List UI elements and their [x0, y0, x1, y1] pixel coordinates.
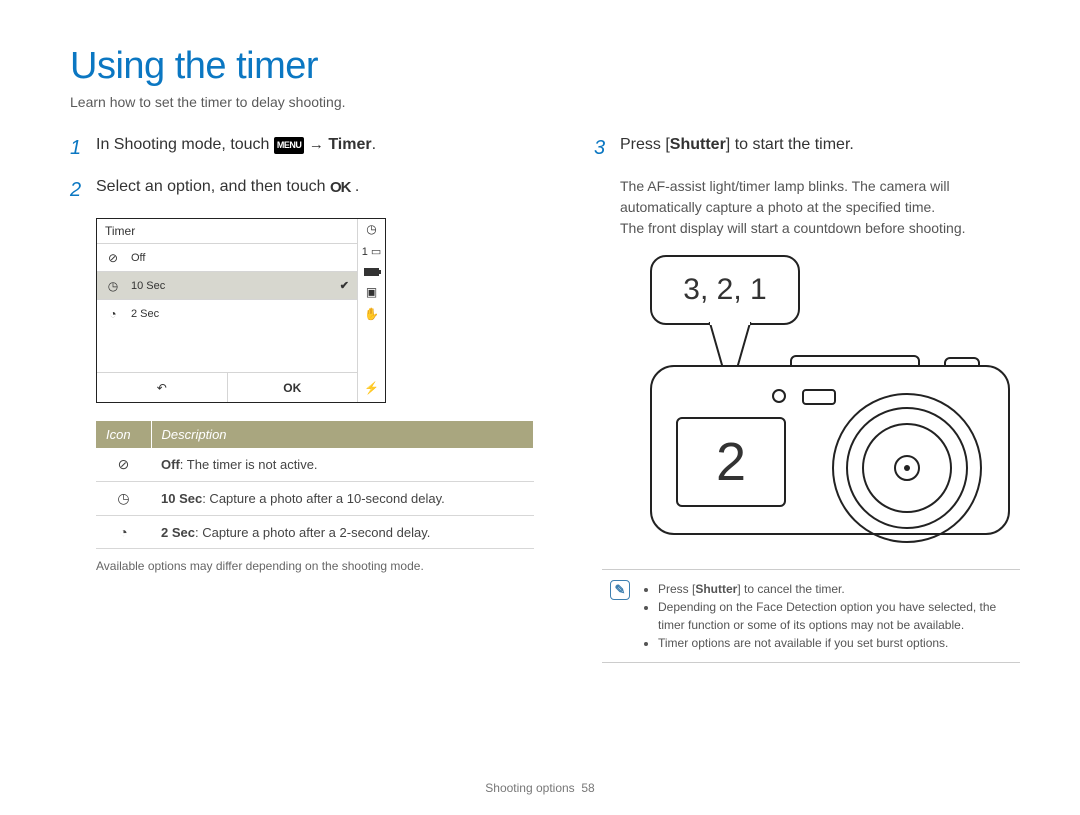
- step-2-text-pre: Select an option, and then touch: [96, 178, 330, 195]
- step-3-pre: Press [: [620, 136, 670, 153]
- option-off[interactable]: ⊘ Off: [97, 243, 357, 271]
- table-row: ◔ 2 Sec: Capture a photo after a 2-secon…: [96, 516, 534, 549]
- note-pre: Press [: [658, 582, 695, 596]
- option-2sec[interactable]: ◔ 2 Sec: [97, 299, 357, 327]
- timer-2-icon: ◔: [119, 524, 127, 540]
- af-lamp-icon: [772, 389, 786, 403]
- right-column: 3 Press [Shutter] to start the timer. Th…: [594, 134, 1020, 663]
- step-3-post: ] to start the timer.: [726, 136, 854, 153]
- note-bold: Shutter: [695, 582, 737, 596]
- check-icon: ✔: [340, 279, 349, 292]
- row-bold: 2 Sec: [161, 525, 195, 540]
- back-button[interactable]: ↶: [97, 373, 227, 402]
- description-table: Icon Description ⊘ Off: The timer is not…: [96, 421, 534, 549]
- step-3-bold: Shutter: [670, 136, 726, 153]
- row-rest: : The timer is not active.: [180, 457, 318, 472]
- option-label: 10 Sec: [131, 280, 165, 292]
- step-number: 2: [70, 176, 88, 204]
- footer: Shooting options 58: [0, 781, 1080, 795]
- row-rest: : Capture a photo after a 10-second dela…: [202, 491, 445, 506]
- step-1: 1 In Shooting mode, touch MENU → Timer.: [70, 134, 534, 162]
- row-bold: Off: [161, 457, 180, 472]
- option-10sec[interactable]: ◷ 10 Sec ✔: [97, 271, 357, 299]
- step-1-post: .: [372, 136, 376, 153]
- note-item: Depending on the Face Detection option y…: [658, 598, 1012, 634]
- photo-count-icon: ▭: [371, 245, 381, 258]
- timer-2-icon: ◔: [105, 307, 121, 321]
- lens-icon: [832, 393, 982, 543]
- hand-icon: ✋: [364, 308, 380, 320]
- camera-illustration: 3, 2, 1 2: [620, 255, 1020, 555]
- page-subtitle: Learn how to set the timer to delay shoo…: [70, 94, 1010, 110]
- step-1-text-pre: In Shooting mode, touch: [96, 136, 274, 153]
- note-item: Timer options are not available if you s…: [658, 634, 1012, 652]
- timer-off-icon: ⊘: [118, 456, 130, 472]
- step-3-detail: The AF-assist light/timer lamp blinks. T…: [620, 176, 1020, 239]
- step-number: 1: [70, 134, 88, 162]
- left-column: 1 In Shooting mode, touch MENU → Timer. …: [70, 134, 534, 663]
- step-2: 2 Select an option, and then touch OK .: [70, 176, 534, 204]
- note-item: Press [Shutter] to cancel the timer.: [658, 580, 1012, 598]
- table-row: ◷ 10 Sec: Capture a photo after a 10-sec…: [96, 482, 534, 516]
- countdown-bubble: 3, 2, 1: [650, 255, 800, 325]
- row-bold: 10 Sec: [161, 491, 202, 506]
- screen-title: Timer: [97, 219, 357, 243]
- option-label: Off: [131, 252, 145, 264]
- th-icon: Icon: [96, 421, 151, 448]
- timer-off-icon: ⊘: [105, 251, 121, 265]
- page-title: Using the timer: [70, 45, 1010, 88]
- menu-icon: MENU: [274, 137, 305, 154]
- detail-line-1: The AF-assist light/timer lamp blinks. T…: [620, 176, 1020, 218]
- step-3: 3 Press [Shutter] to start the timer.: [594, 134, 1020, 162]
- note-icon: ✎: [610, 580, 630, 600]
- table-row: ⊘ Off: The timer is not active.: [96, 448, 534, 482]
- footer-page: 58: [581, 781, 594, 795]
- camera-body: 2: [650, 365, 1010, 535]
- row-rest: : Capture a photo after a 2-second delay…: [195, 525, 430, 540]
- mode-icon: ▣: [364, 286, 380, 298]
- step-1-target: Timer: [328, 136, 371, 153]
- arrow-icon: →: [309, 136, 324, 153]
- ok-icon: OK: [330, 177, 351, 198]
- timer-status-icon: ◷: [364, 223, 380, 235]
- timer-10-icon: ◷: [117, 490, 129, 506]
- option-label: 2 Sec: [131, 308, 159, 320]
- table-footnote: Available options may differ depending o…: [96, 559, 534, 573]
- note-box: ✎ Press [Shutter] to cancel the timer. D…: [602, 569, 1020, 663]
- ok-button[interactable]: OK: [227, 373, 358, 402]
- flash-window-icon: [802, 389, 836, 405]
- detail-line-2: The front display will start a countdown…: [620, 218, 1020, 239]
- step-number: 3: [594, 134, 612, 162]
- note-post: ] to cancel the timer.: [737, 582, 844, 596]
- flash-icon: ⚡: [364, 382, 380, 394]
- front-display: 2: [676, 417, 786, 507]
- timer-screen: Timer ⊘ Off ◷ 10 Sec ✔ ◔ 2 Sec ↶ OK: [96, 218, 386, 403]
- th-desc: Description: [151, 421, 534, 448]
- side-count: 1: [362, 246, 368, 258]
- timer-10-icon: ◷: [105, 279, 121, 293]
- battery-icon: [364, 268, 379, 276]
- step-2-post: .: [350, 178, 359, 195]
- footer-section: Shooting options: [485, 781, 574, 795]
- screen-side: ◷ 1▭ ▣ ✋ ⚡: [357, 219, 385, 402]
